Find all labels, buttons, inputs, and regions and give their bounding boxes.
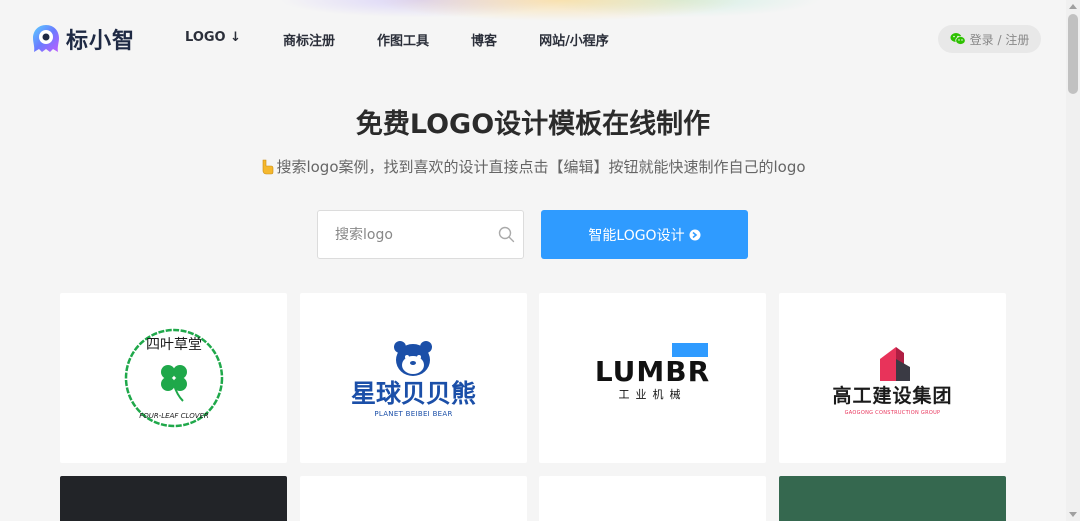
scroll-thumb[interactable] bbox=[1068, 14, 1078, 94]
logo-card-row2-3[interactable] bbox=[539, 476, 766, 521]
logo-card-planet-beibei-bear[interactable]: 星球贝贝熊 PLANET BEIBEI BEAR bbox=[300, 293, 527, 463]
nav-item-design-tools[interactable]: 作图工具 bbox=[377, 30, 429, 49]
clover-top-text: 四叶草堂 bbox=[146, 337, 202, 353]
nav-item-trademark[interactable]: 商标注册 bbox=[283, 30, 335, 49]
wechat-icon bbox=[950, 33, 966, 45]
logo-lumbr-art: LUMBR 工业机械 bbox=[539, 293, 766, 463]
brand-name: 标小智 bbox=[66, 29, 136, 54]
clover-emblem-icon: 四叶草堂 FOUR-LEAF CLOVER bbox=[124, 328, 223, 428]
bear-main-text: 星球贝贝熊 bbox=[350, 379, 476, 408]
scroll-down-arrow-icon[interactable] bbox=[1069, 512, 1077, 517]
nav-item-website-miniprogram[interactable]: 网站/小程序 bbox=[539, 30, 609, 49]
logo-card-row2-4[interactable] bbox=[779, 476, 1006, 521]
pointing-hand-icon bbox=[263, 159, 274, 174]
search-box bbox=[317, 210, 524, 259]
brand-logo[interactable]: 标小智 bbox=[30, 22, 135, 56]
page-scrollbar[interactable] bbox=[1066, 0, 1080, 521]
logo-planet-bear-art: 星球贝贝熊 PLANET BEIBEI BEAR bbox=[300, 293, 527, 463]
arrow-right-circle-icon bbox=[689, 229, 701, 240]
page-title: 免费LOGO设计模板在线制作 bbox=[355, 109, 711, 140]
gaogong-main-text: 高工建设集团 bbox=[832, 384, 953, 407]
gaogong-sub-text: GAOGONG CONSTRUCTION GROUP bbox=[844, 409, 941, 416]
page-subtitle-text: 搜索logo案例，找到喜欢的设计直接点击【编辑】按钮就能快速制作自己的logo bbox=[276, 158, 806, 176]
bear-face-icon bbox=[394, 341, 433, 376]
logo-card-four-leaf-clover[interactable]: 四叶草堂 FOUR-LEAF CLOVER bbox=[60, 293, 287, 463]
logo-four-leaf-clover-art: 四叶草堂 FOUR-LEAF CLOVER bbox=[60, 293, 287, 463]
main-nav: LOGO ↓ 商标注册 作图工具 博客 网站/小程序 bbox=[185, 30, 651, 49]
bear-sub-text: PLANET BEIBEI BEAR bbox=[374, 410, 453, 418]
clover-bottom-text: FOUR-LEAF CLOVER bbox=[139, 412, 209, 420]
nav-item-logo[interactable]: LOGO ↓ bbox=[185, 30, 241, 49]
site-header: 标小智 LOGO ↓ 商标注册 作图工具 博客 网站/小程序 登录 / 注册 bbox=[0, 0, 1066, 78]
smart-logo-design-button[interactable]: 智能LOGO设计 bbox=[541, 210, 748, 259]
logo-card-row2-2[interactable] bbox=[300, 476, 527, 521]
lumbr-sub-text: 工业机械 bbox=[618, 387, 687, 401]
smart-logo-design-label: 智能LOGO设计 bbox=[588, 227, 685, 244]
login-register-button[interactable]: 登录 / 注册 bbox=[938, 25, 1041, 53]
logo-card-lumbr[interactable]: LUMBR 工业机械 bbox=[539, 293, 766, 463]
scroll-up-arrow-icon[interactable] bbox=[1069, 4, 1077, 9]
nav-item-blog[interactable]: 博客 bbox=[471, 30, 497, 49]
logo-card-gaogong-construction[interactable]: 高工建设集团 GAOGONG CONSTRUCTION GROUP bbox=[779, 293, 1006, 463]
brand-mascot-icon bbox=[33, 25, 59, 52]
search-input[interactable] bbox=[318, 211, 488, 258]
building-icon bbox=[880, 346, 911, 381]
page-subtitle: 搜索logo案例，找到喜欢的设计直接点击【编辑】按钮就能快速制作自己的logo bbox=[0, 156, 1066, 177]
login-register-label: 登录 / 注册 bbox=[969, 32, 1030, 47]
lumbr-main-text: LUMBR bbox=[594, 354, 711, 388]
logo-card-row2-1[interactable] bbox=[60, 476, 287, 521]
lumbr-accent-bar bbox=[672, 342, 709, 357]
search-icon[interactable] bbox=[498, 226, 515, 243]
logo-gaogong-art: 高工建设集团 GAOGONG CONSTRUCTION GROUP bbox=[779, 293, 1006, 463]
